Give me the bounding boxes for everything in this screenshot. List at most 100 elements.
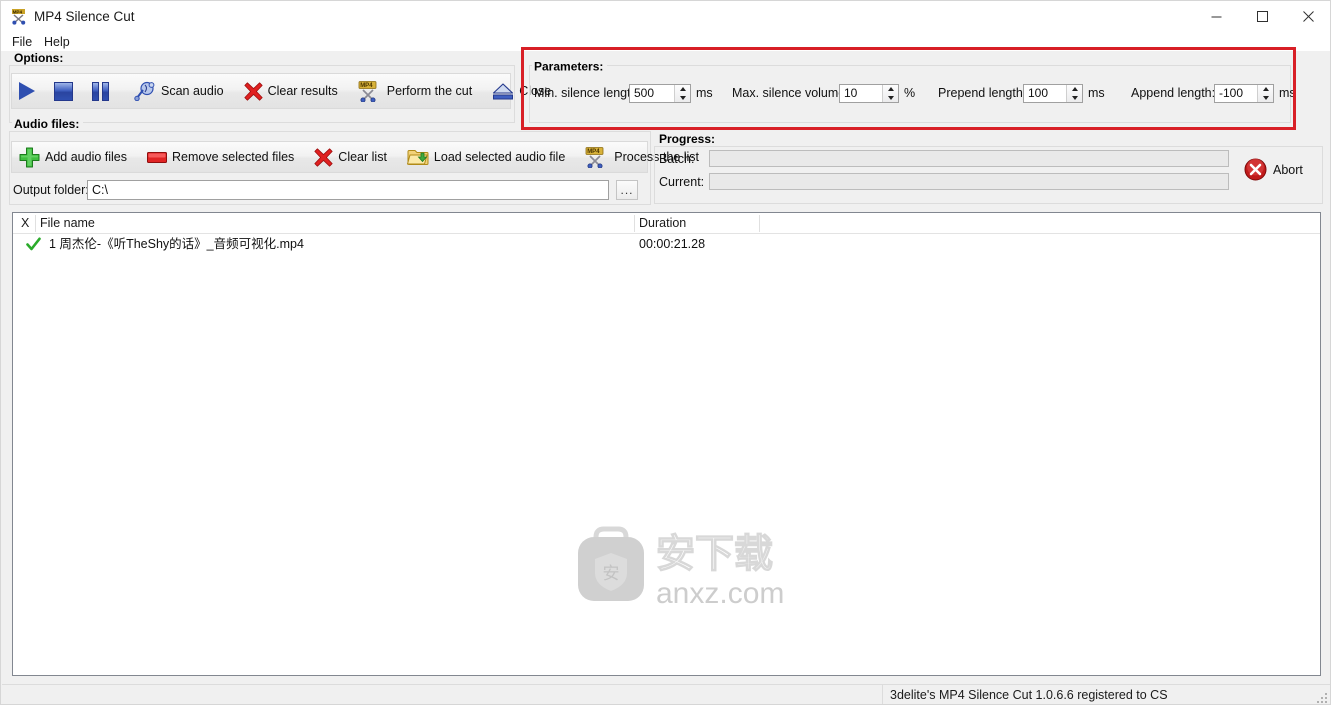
title-bar: MP4 MP4 Silence Cut <box>1 1 1330 32</box>
red-x-icon <box>314 147 333 167</box>
resize-grip-icon[interactable] <box>1316 691 1328 703</box>
status-cell-left <box>2 685 889 704</box>
min-silence-length-value[interactable]: 500 <box>630 85 674 102</box>
red-x-icon <box>243 81 263 101</box>
max-silence-volume-unit: % <box>904 86 916 100</box>
append-length-spin-buttons[interactable] <box>1257 85 1273 102</box>
spin-up-icon[interactable] <box>1067 85 1082 94</box>
append-length-stepper[interactable]: -100 <box>1214 84 1274 103</box>
svg-text:安下载: 安下载 <box>656 533 773 576</box>
column-divider[interactable] <box>35 215 36 232</box>
table-row[interactable]: 1 周杰伦-《听TheShy的话》_音频可视化.mp4 00:00:21.28 <box>13 234 1320 255</box>
svg-text:安: 安 <box>603 564 620 583</box>
options-toolbar: Scan audio Clear results MP4 Perform the… <box>11 73 551 109</box>
clear-list-label: Clear list <box>338 150 387 164</box>
append-length-label: Append length: <box>1131 86 1216 100</box>
menu-item-file[interactable]: File <box>7 34 37 50</box>
play-icon <box>19 82 35 100</box>
duration-cell: 00:00:21.28 <box>639 237 706 251</box>
current-progress-bar <box>709 173 1229 190</box>
perform-the-cut-label: Perform the cut <box>386 84 473 98</box>
pause-button[interactable] <box>85 74 121 108</box>
max-silence-volume-label: Max. silence volume: <box>732 86 849 100</box>
max-silence-volume-value[interactable]: 10 <box>840 85 882 102</box>
mp4-scissors-icon: MP4 <box>11 8 28 25</box>
status-bar: 3delite's MP4 Silence Cut 1.0.6.6 regist… <box>2 684 1330 704</box>
current-progress-label: Current: <box>659 175 705 189</box>
abort-button[interactable]: Abort <box>1244 158 1303 181</box>
svg-text:MP4: MP4 <box>13 9 23 14</box>
output-folder-input[interactable]: C:\ <box>87 180 609 200</box>
column-divider[interactable] <box>634 215 635 232</box>
batch-progress-label: Batch: <box>659 152 695 166</box>
check-icon[interactable] <box>26 237 41 252</box>
red-bar-icon <box>147 151 168 163</box>
eject-icon <box>492 82 514 100</box>
parameters-group-title: Parameters: <box>532 60 608 74</box>
mp4-cut-icon: MP4 <box>358 80 382 102</box>
column-header-file-name[interactable]: File name <box>40 213 95 234</box>
output-folder-label: Output folder: <box>13 183 89 197</box>
close-icon[interactable] <box>1285 1 1330 32</box>
maximize-icon[interactable] <box>1239 1 1285 32</box>
abort-label: Abort <box>1273 162 1303 177</box>
min-silence-length-unit: ms <box>696 86 713 100</box>
file-name-cell: 1 周杰伦-《听TheShy的话》_音频可视化.mp4 <box>49 237 304 251</box>
prepend-length-stepper[interactable]: 100 <box>1023 84 1083 103</box>
append-length-unit: ms <box>1279 86 1296 100</box>
clear-results-label: Clear results <box>267 84 338 98</box>
min-silence-length-stepper[interactable]: 500 <box>629 84 691 103</box>
scan-audio-label: Scan audio <box>161 84 224 98</box>
load-selected-audio-file-label: Load selected audio file <box>433 150 566 164</box>
file-list-header: X File name Duration <box>13 213 1320 234</box>
clear-list-button[interactable]: Clear list <box>307 142 394 172</box>
menu-bar: File Help <box>1 32 1330 51</box>
load-selected-audio-file-button[interactable]: Load selected audio file <box>400 142 572 172</box>
file-list[interactable]: X File name Duration 1 周杰伦-《听TheShy的话》_音… <box>12 212 1321 676</box>
svg-text:MP4: MP4 <box>360 83 373 89</box>
menu-item-help[interactable]: Help <box>39 34 75 50</box>
min-silence-length-spin-buttons[interactable] <box>674 85 690 102</box>
spin-down-icon[interactable] <box>675 94 690 103</box>
svg-text:anxz.com: anxz.com <box>656 577 784 610</box>
remove-selected-files-label: Remove selected files <box>172 150 295 164</box>
prepend-length-spin-buttons[interactable] <box>1066 85 1082 102</box>
prepend-length-unit: ms <box>1088 86 1105 100</box>
open-folder-icon <box>406 148 429 167</box>
spin-down-icon[interactable] <box>1067 94 1082 103</box>
spin-up-icon[interactable] <box>1258 85 1273 94</box>
spin-down-icon[interactable] <box>1258 94 1273 103</box>
stop-icon <box>54 81 73 101</box>
mp4-cut-icon: MP4 <box>585 146 609 168</box>
browse-output-folder-button[interactable]: ... <box>616 180 638 200</box>
output-folder-value: C:\ <box>92 183 108 197</box>
watermark: 安 安下载 anxz.com <box>570 523 785 611</box>
spin-up-icon[interactable] <box>675 85 690 94</box>
green-plus-icon <box>19 147 40 168</box>
remove-selected-files-button[interactable]: Remove selected files <box>140 142 301 172</box>
batch-progress-bar <box>709 150 1229 167</box>
spin-down-icon[interactable] <box>883 94 898 103</box>
spin-up-icon[interactable] <box>883 85 898 94</box>
pause-icon <box>92 81 109 101</box>
column-divider[interactable] <box>759 215 760 232</box>
prepend-length-value[interactable]: 100 <box>1024 85 1066 102</box>
prepend-length-label: Prepend length: <box>938 86 1027 100</box>
window-title: MP4 Silence Cut <box>34 9 135 24</box>
append-length-value[interactable]: -100 <box>1215 85 1257 102</box>
add-audio-files-label: Add audio files <box>45 150 128 164</box>
perform-the-cut-button[interactable]: MP4 Perform the cut <box>351 74 479 108</box>
play-button[interactable] <box>12 74 47 108</box>
column-header-x[interactable]: X <box>21 213 29 234</box>
svg-text:MP4: MP4 <box>587 149 600 155</box>
column-header-duration[interactable]: Duration <box>639 213 686 234</box>
stop-button[interactable] <box>47 74 85 108</box>
max-silence-volume-stepper[interactable]: 10 <box>839 84 899 103</box>
max-silence-volume-spin-buttons[interactable] <box>882 85 898 102</box>
add-audio-files-button[interactable]: Add audio files <box>12 142 134 172</box>
minimize-icon[interactable] <box>1193 1 1239 32</box>
clear-results-button[interactable]: Clear results <box>237 74 345 108</box>
progress-group-title: Progress: <box>657 133 720 146</box>
scan-audio-icon <box>134 81 156 102</box>
scan-audio-button[interactable]: Scan audio <box>127 74 231 108</box>
